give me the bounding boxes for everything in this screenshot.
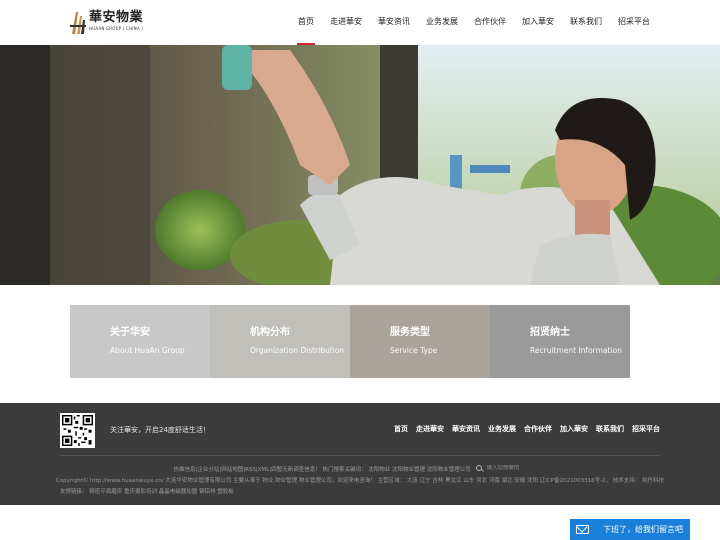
card-about[interactable]: 关于华安 About HuaAn Group <box>70 305 210 378</box>
footer-nav-contact[interactable]: 联系我们 <box>596 424 624 434</box>
page: 華安物業 HUAAN GROUP ( CHINA ) 首页 走进華安 華安资讯 … <box>0 0 720 540</box>
footer-nav-about[interactable]: 走进華安 <box>416 424 444 434</box>
nav-item-partners[interactable]: 合作伙伴 <box>466 0 514 45</box>
footer-search-input[interactable] <box>486 465 547 471</box>
main-nav: 首页 走进華安 華安资讯 业务发展 合作伙伴 加入華安 联系我们 招采平台 <box>290 0 658 45</box>
logo-name: 華安物業 <box>89 10 144 25</box>
footer-nav-home[interactable]: 首页 <box>394 424 408 434</box>
card-recruitment[interactable]: 招贤纳士 Recruitment Information <box>490 305 630 378</box>
follow-text: 关注華安，开启24度舒适生活！ <box>110 426 210 434</box>
card-subtitle: About HuaAn Group <box>110 346 185 355</box>
card-title: 机构分布 <box>250 327 290 338</box>
site-footer: 关注華安，开启24度舒适生活！ 首页 走进華安 華安资讯 业务发展 合作伙伴 加… <box>0 403 720 505</box>
card-organization[interactable]: 机构分布 Organization Distribution <box>210 305 350 378</box>
copyright-line: Copyright© http://www.huaanwuye.cn/ 大连华安… <box>55 478 665 484</box>
logo-subtitle: HUAAN GROUP ( CHINA ) <box>89 26 143 31</box>
footer-search <box>476 465 547 471</box>
nav-item-join[interactable]: 加入華安 <box>514 0 562 45</box>
footer-links-line: 热推信息|企业分站|网站地图|RSS|XML|四暂无新调查信息！ 热门搜索关键词… <box>0 465 720 473</box>
card-subtitle: Recruitment Information <box>530 346 622 355</box>
hero-image <box>0 45 720 285</box>
qr-code-icon <box>60 413 95 448</box>
nav-item-about[interactable]: 走进華安 <box>322 0 370 45</box>
nav-item-home[interactable]: 首页 <box>290 0 322 45</box>
logo-mark-icon <box>70 12 86 34</box>
footer-nav-news[interactable]: 華安资讯 <box>452 424 480 434</box>
nav-item-business[interactable]: 业务发展 <box>418 0 466 45</box>
card-title: 服务类型 <box>390 327 430 338</box>
card-subtitle: Service Type <box>390 346 438 355</box>
logo-text: 華安物業 HUAAN GROUP ( CHINA ) <box>89 10 143 32</box>
footer-nav: 首页 走进華安 華安资讯 业务发展 合作伙伴 加入華安 联系我们 招采平台 <box>386 424 660 434</box>
footer-nav-procurement[interactable]: 招采平台 <box>632 424 660 434</box>
feature-cards: 关于华安 About HuaAn Group 机构分布 Organization… <box>70 305 630 378</box>
mail-icon <box>576 525 589 534</box>
footer-nav-partners[interactable]: 合作伙伴 <box>524 424 552 434</box>
search-icon[interactable] <box>476 465 483 471</box>
footer-nav-business[interactable]: 业务发展 <box>488 424 516 434</box>
card-subtitle: Organization Distribution <box>250 346 345 355</box>
nav-item-contact[interactable]: 联系我们 <box>562 0 610 45</box>
nav-item-news[interactable]: 華安资讯 <box>370 0 418 45</box>
footer-nav-join[interactable]: 加入華安 <box>560 424 588 434</box>
friend-links-line[interactable]: 友情链接： 精密平面磨床 重庆摄影培训 晶晶电磁器加盟 钢铝排 塑胶板 <box>60 487 234 495</box>
logo[interactable]: 華安物業 HUAAN GROUP ( CHINA ) <box>70 10 143 36</box>
card-title: 招贤纳士 <box>530 327 570 338</box>
footer-hot-links[interactable]: 热推信息|企业分站|网站地图|RSS|XML|四暂无新调查信息！ 热门搜索关键词… <box>174 467 471 473</box>
leave-message-button[interactable]: 下班了，给我们留言吧 <box>570 519 690 540</box>
card-service-type[interactable]: 服务类型 Service Type <box>350 305 490 378</box>
hero-banner[interactable] <box>0 45 720 285</box>
card-title: 关于华安 <box>110 327 150 338</box>
footer-divider <box>60 455 660 456</box>
nav-item-procurement[interactable]: 招采平台 <box>610 0 658 45</box>
site-header: 華安物業 HUAAN GROUP ( CHINA ) 首页 走进華安 華安资讯 … <box>0 0 720 45</box>
leave-message-label: 下班了，给我们留言吧 <box>603 525 683 534</box>
